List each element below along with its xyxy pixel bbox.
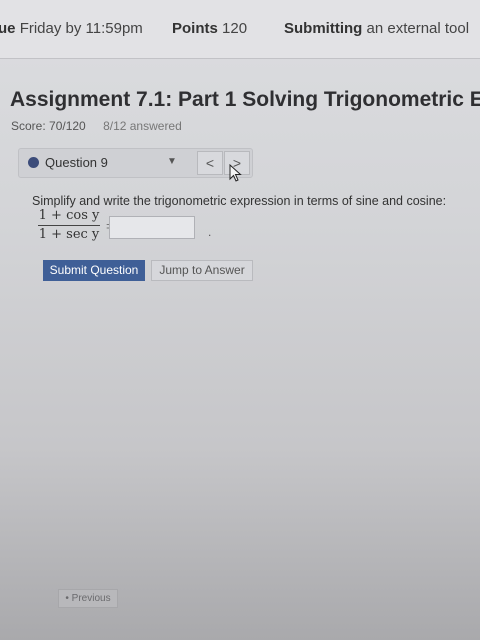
due-value: Friday by 11:59pm xyxy=(19,20,143,37)
points: Points 120 xyxy=(172,20,247,37)
submitting: Submitting an external tool xyxy=(284,20,469,37)
score-value: Score: 70/120 xyxy=(11,119,86,133)
due-label: ue xyxy=(0,20,16,37)
status-dot-icon xyxy=(28,157,39,168)
fraction-bar xyxy=(38,225,100,226)
submitting-label: Submitting xyxy=(284,20,363,37)
previous-button[interactable]: • Previous xyxy=(58,589,118,608)
fraction-expression: 1 + cos y 1 + sec y xyxy=(38,208,100,242)
submit-question-button[interactable]: Submit Question xyxy=(43,260,145,281)
answered-count: 8/12 answered xyxy=(103,119,182,133)
submitting-value: an external tool xyxy=(366,20,470,37)
chevron-down-icon[interactable]: ▼ xyxy=(167,156,177,167)
previous-question-button[interactable]: < xyxy=(197,151,223,175)
question-selector[interactable]: Question 9 ▼ < > xyxy=(18,148,253,178)
answer-period: . xyxy=(208,225,212,239)
fraction-denominator: 1 + sec y xyxy=(38,227,100,242)
fraction-numerator: 1 + cos y xyxy=(38,208,100,223)
score-line: Score: 70/120 8/12 answered xyxy=(11,119,182,133)
due-date: ue Friday by 11:59pm xyxy=(0,20,143,37)
answer-input[interactable] xyxy=(109,216,195,239)
question-prompt: Simplify and write the trigonometric exp… xyxy=(32,194,447,208)
question-label: Question 9 xyxy=(45,155,108,170)
points-label: Points xyxy=(172,20,218,37)
assignment-title: Assignment 7.1: Part 1 Solving Trigonome… xyxy=(10,88,480,111)
assignment-details-bar: ue Friday by 11:59pm Points 120 Submitti… xyxy=(0,0,480,59)
points-value: 120 xyxy=(222,20,248,37)
jump-to-answer-button[interactable]: Jump to Answer xyxy=(151,260,253,281)
mouse-cursor-icon xyxy=(229,164,242,182)
